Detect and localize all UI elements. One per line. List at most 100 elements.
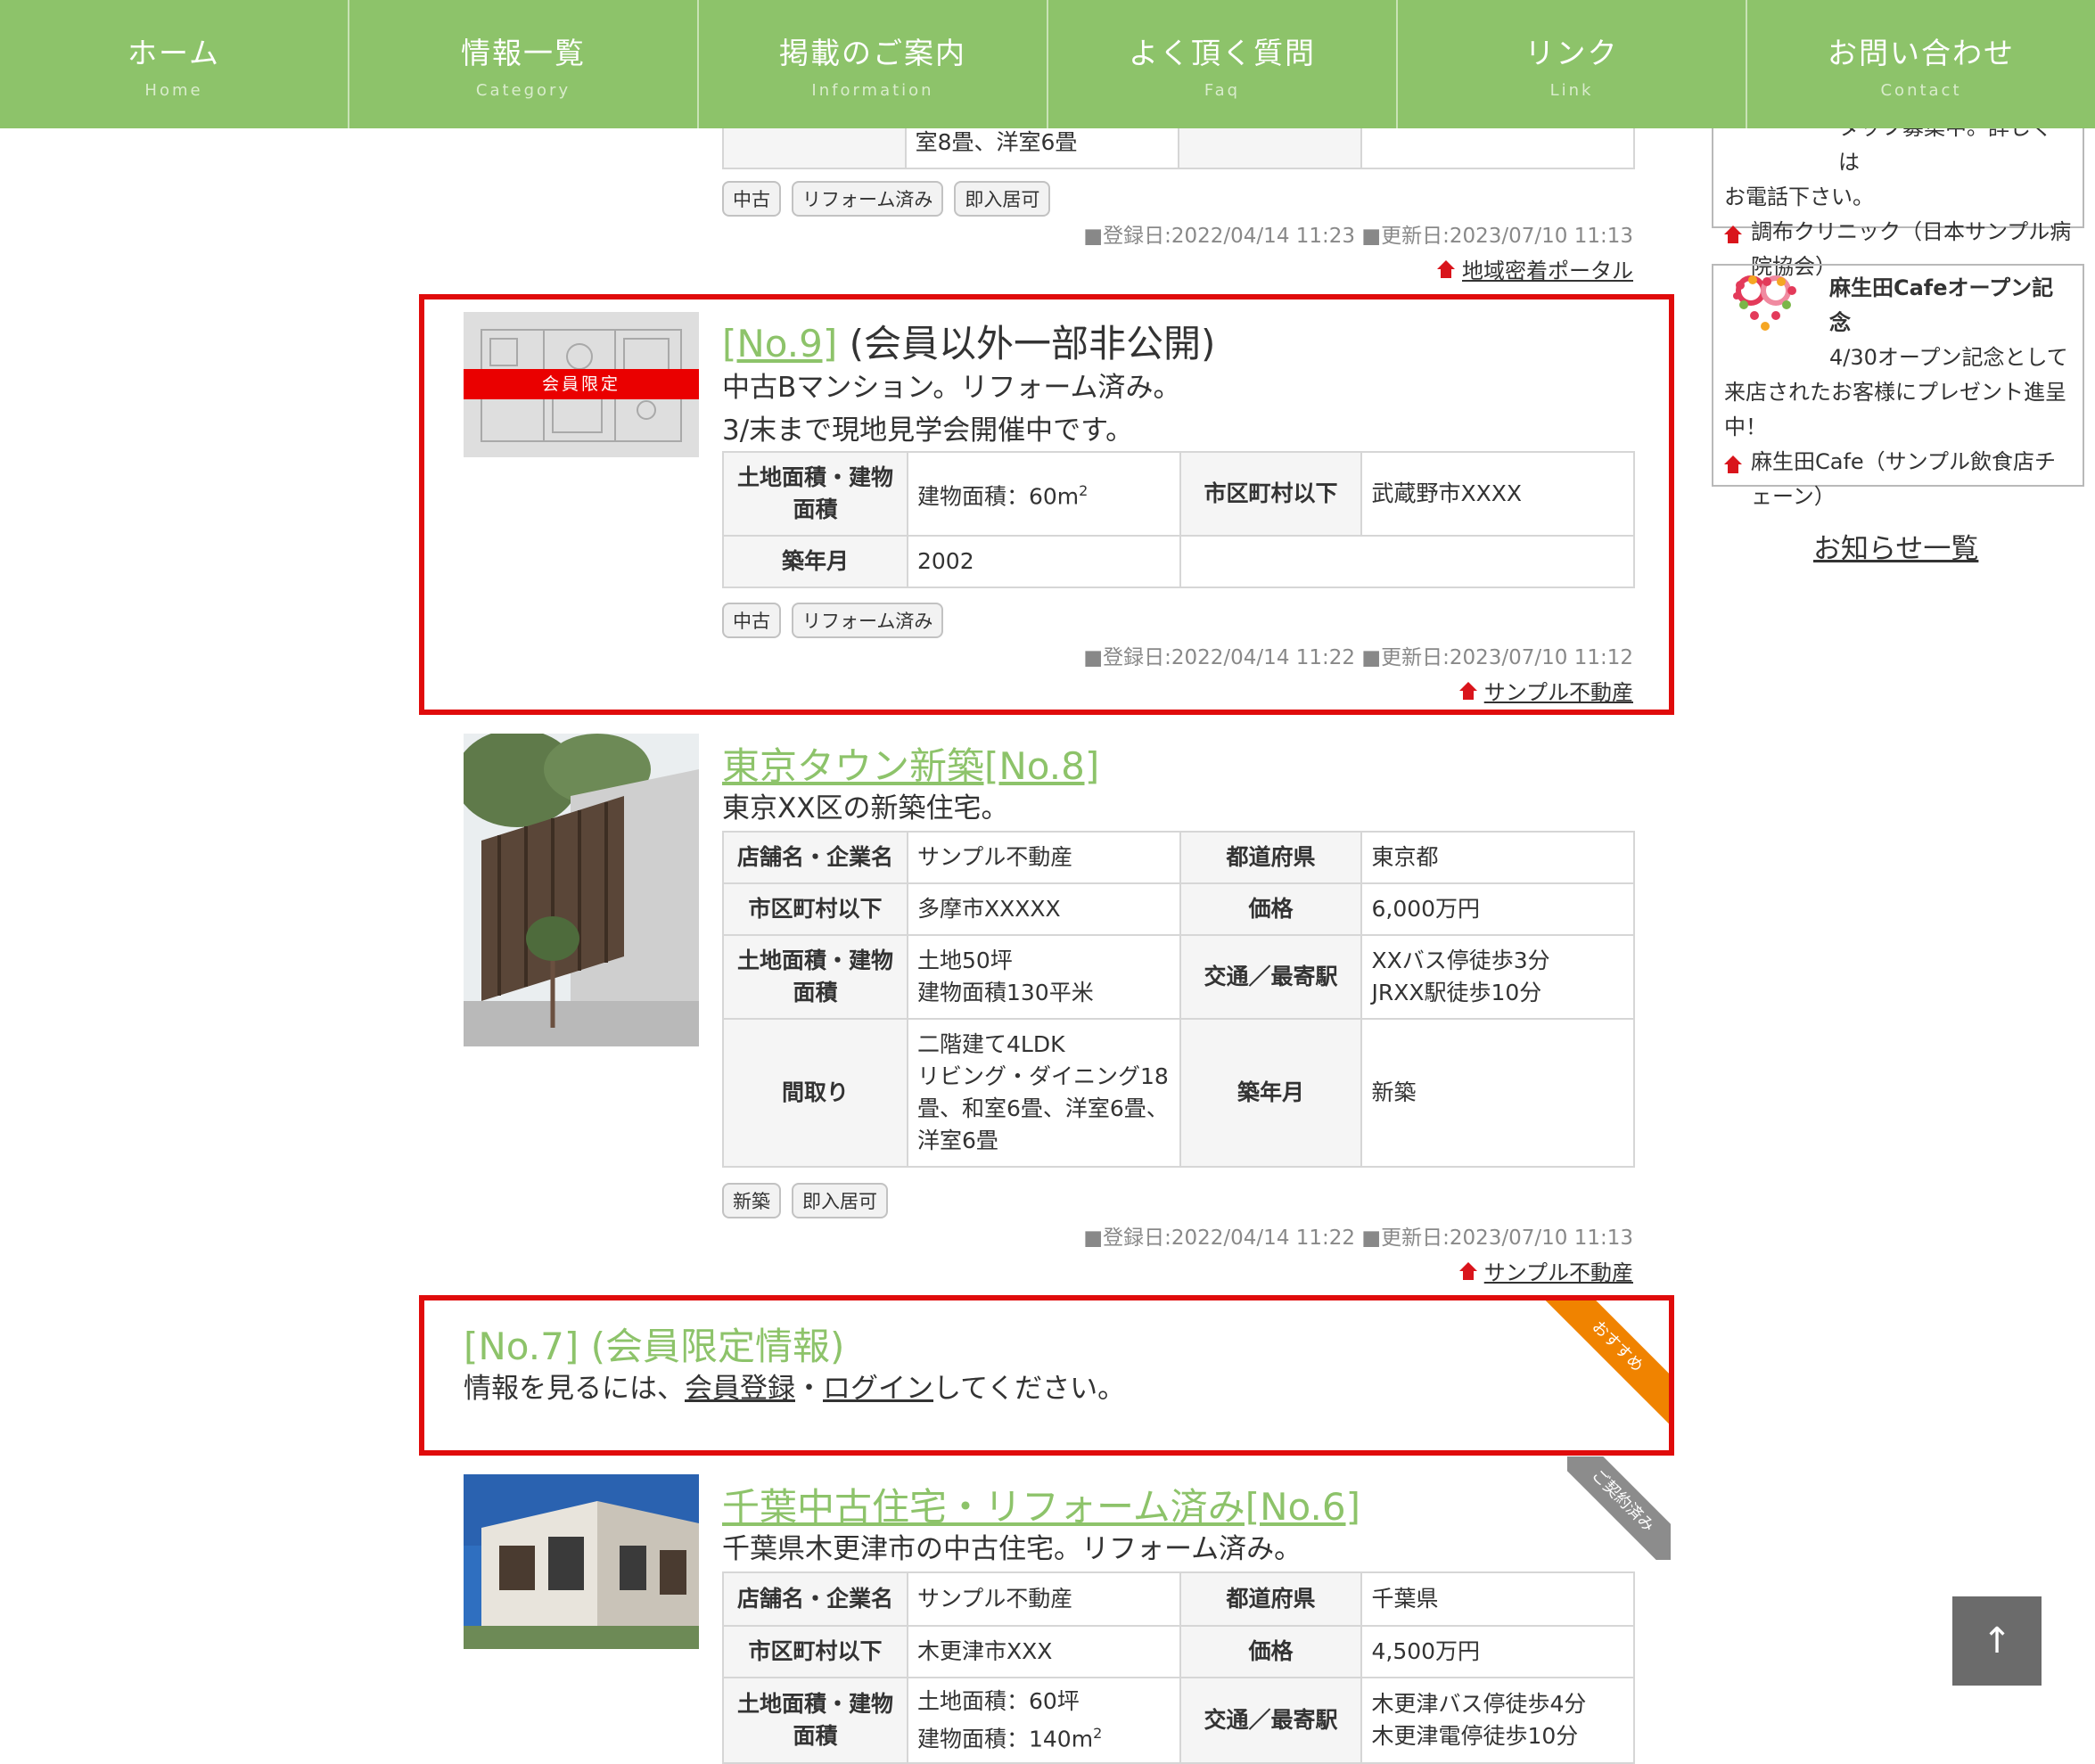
no9-dates: ■登録日:2022/04/14 11:22 ■更新日:2023/07/10 11… bbox=[1083, 646, 1633, 669]
no8-area-line2: 建物面積130平米 bbox=[917, 980, 1094, 1005]
table-cell: 武蔵野市XXXX bbox=[1360, 451, 1635, 537]
no8-source-link[interactable]: サンプル不動産 bbox=[1484, 1255, 1633, 1286]
nav-faq-label: よく頂く質問 bbox=[1129, 35, 1316, 70]
label-year: 築年月 bbox=[1237, 1079, 1305, 1105]
prev-source: 地域密着ポータル bbox=[1437, 253, 1633, 284]
table-cell: 多摩市XXXXX bbox=[907, 882, 1181, 936]
label-madori: 間取り bbox=[781, 1079, 849, 1105]
table-cell: サンプル不動産 bbox=[907, 1571, 1181, 1627]
table-cell: サンプル不動産 bbox=[907, 831, 1181, 884]
nav-category-label: 情報一覧 bbox=[461, 35, 586, 70]
no9-tags: 中古 リフォーム済み bbox=[722, 603, 944, 638]
table-cell: 建物面積：60m2 bbox=[907, 451, 1181, 537]
nav-faq-sublabel: Faq bbox=[1204, 80, 1241, 100]
contracted-ribbon: ご契約済み bbox=[1567, 1456, 1671, 1560]
table-header-cell: 土地面積・建物面積 bbox=[722, 934, 908, 1020]
tag[interactable]: 中古 bbox=[722, 603, 781, 638]
no6-area-line1: 土地面積：60坪 bbox=[917, 1687, 1080, 1714]
no6-shop: サンプル不動産 bbox=[917, 1586, 1073, 1612]
members-only-badge: 会員限定 bbox=[541, 374, 620, 394]
table-header-cell: 間取り bbox=[722, 1018, 908, 1168]
table-cell: 新築 bbox=[1360, 1018, 1635, 1168]
no6-access-line1: 木更津バス停徒歩4分 bbox=[1371, 1691, 1587, 1717]
no6-area-line2: 建物面積：140m bbox=[917, 1726, 1094, 1752]
no6-photo[interactable] bbox=[464, 1474, 699, 1649]
nav-category-sublabel: Category bbox=[475, 80, 571, 100]
no9-area: 建物面積：60m bbox=[917, 483, 1080, 510]
nav-category[interactable]: 情報一覧 Category bbox=[349, 0, 699, 128]
no9-spec-table: 土地面積・建物面積 建物面積：60m2 市区町村以下 武蔵野市XXXX 築年月 … bbox=[722, 451, 1636, 588]
table-cell: 二階建て4LDK リビング・ダイニング18 畳、和室6畳、洋室6畳、 洋室6畳 bbox=[907, 1018, 1181, 1168]
no8-photo[interactable] bbox=[464, 734, 699, 1046]
no6-pref: 千葉県 bbox=[1371, 1586, 1439, 1612]
table-cell: 土地50坪建物面積130平米 bbox=[907, 934, 1181, 1020]
no8-madori-line4: 洋室6畳 bbox=[917, 1128, 998, 1153]
login-link[interactable]: ログイン bbox=[823, 1373, 933, 1405]
no6-title-link[interactable]: 千葉中古住宅・リフォーム済み[No.6] bbox=[722, 1485, 1360, 1529]
heart-image[interactable] bbox=[1731, 275, 1803, 333]
no9-title-note: (会員以外一部非公開) bbox=[849, 322, 1216, 365]
nav-contact[interactable]: お問い合わせ Contact bbox=[1747, 0, 2095, 128]
no7-text-pre: 情報を見るには、 bbox=[464, 1373, 685, 1405]
prev-tags: 中古 リフォーム済み 即入居可 bbox=[722, 181, 1051, 217]
no6-access-line2: 木更津電停徒歩10分 bbox=[1371, 1723, 1579, 1749]
house-photo bbox=[464, 1474, 699, 1649]
no8-source: サンプル不動産 bbox=[1458, 1255, 1633, 1286]
nav-home-label: ホーム bbox=[127, 35, 220, 70]
table-header-cell: 店舗名・企業名 bbox=[722, 831, 908, 884]
no8-price: 6,000万円 bbox=[1371, 896, 1481, 922]
no8-title-link[interactable]: 東京タウン新築[No.8] bbox=[722, 744, 1099, 788]
no8-shop: サンプル不動産 bbox=[917, 844, 1073, 870]
label-price: 価格 bbox=[1248, 1638, 1294, 1664]
news-source-label[interactable]: 麻生田Cafe（サンプル飲食店チェーン） bbox=[1751, 445, 2072, 514]
no6-desc: 千葉県木更津市の中古住宅。リフォーム済み。 bbox=[722, 1533, 1302, 1565]
notice-list-link[interactable]: お知らせ一覧 bbox=[1813, 526, 1978, 566]
house-icon bbox=[1724, 455, 1742, 473]
no8-madori-line3: 畳、和室6畳、洋室6畳、 bbox=[917, 1095, 1169, 1121]
no8-area-line1: 土地50坪 bbox=[917, 948, 1013, 973]
no6-city: 木更津市XXX bbox=[917, 1638, 1053, 1664]
table-header-cell: 都道府県 bbox=[1179, 1571, 1363, 1627]
tag[interactable]: リフォーム済み bbox=[792, 181, 944, 217]
nav-faq[interactable]: よく頂く質問 Faq bbox=[1048, 0, 1398, 128]
news-text-line: お電話下さい。 bbox=[1724, 185, 1874, 209]
label-area: 土地面積・建物面積 bbox=[736, 948, 893, 1005]
no8-title: 東京タウン新築[No.8] bbox=[722, 736, 1099, 791]
label-year: 築年月 bbox=[781, 548, 849, 574]
no6-area-sup: 2 bbox=[1093, 1724, 1103, 1742]
table-cell: 2002 bbox=[907, 535, 1181, 588]
no9-title-link[interactable]: [No.9] bbox=[722, 322, 837, 365]
register-link[interactable]: 会員登録 bbox=[685, 1373, 795, 1405]
label-pref: 都道府県 bbox=[1226, 844, 1316, 870]
label-area: 土地面積・建物面積 bbox=[736, 1691, 893, 1749]
tag[interactable]: 新築 bbox=[722, 1183, 781, 1218]
no9-desc-line1: 中古Bマンション。リフォーム済み。 bbox=[722, 372, 1181, 404]
house-icon bbox=[1724, 226, 1742, 243]
table-cell: 木更津市XXX bbox=[907, 1625, 1181, 1678]
tag[interactable]: 中古 bbox=[722, 181, 781, 217]
table-header-cell: 市区町村以下 bbox=[1179, 451, 1363, 537]
no8-access-line1: XXバス停徒歩3分 bbox=[1371, 948, 1550, 973]
tag[interactable]: リフォーム済み bbox=[792, 603, 944, 638]
no9-thumbnail[interactable]: 会員限定 bbox=[464, 312, 699, 457]
no8-dates: ■登録日:2022/04/14 11:22 ■更新日:2023/07/10 11… bbox=[1083, 1227, 1633, 1250]
no8-pref: 東京都 bbox=[1371, 844, 1439, 870]
table-header-cell: 築年月 bbox=[1179, 1018, 1363, 1168]
no9-year: 2002 bbox=[917, 548, 974, 574]
table-header-cell: 価格 bbox=[1179, 1625, 1363, 1678]
nav-link-label: リンク bbox=[1524, 35, 1619, 70]
no8-madori-line2: リビング・ダイニング18 bbox=[917, 1063, 1169, 1089]
prev-source-link[interactable]: 地域密着ポータル bbox=[1462, 253, 1633, 284]
tag[interactable]: 即入居可 bbox=[954, 181, 1051, 217]
nav-home[interactable]: ホーム Home bbox=[0, 0, 349, 128]
nav-information[interactable]: 掲載のご案内 Information bbox=[699, 0, 1048, 128]
contracted-ribbon-wrap: ご契約済み bbox=[1567, 1456, 1671, 1560]
tag[interactable]: 即入居可 bbox=[792, 1183, 888, 1218]
no9-source-link[interactable]: サンプル不動産 bbox=[1484, 675, 1633, 706]
nav-link[interactable]: リンク Link bbox=[1398, 0, 1747, 128]
back-to-top-button[interactable]: ↑ bbox=[1952, 1596, 2042, 1686]
table-header-cell: 市区町村以下 bbox=[722, 882, 908, 936]
no7-text-post: してください。 bbox=[933, 1373, 1126, 1405]
no9-city: 武蔵野市XXXX bbox=[1371, 480, 1522, 506]
no9-desc-line2: 3/末まで現地見学会開催中です。 bbox=[722, 414, 1134, 447]
